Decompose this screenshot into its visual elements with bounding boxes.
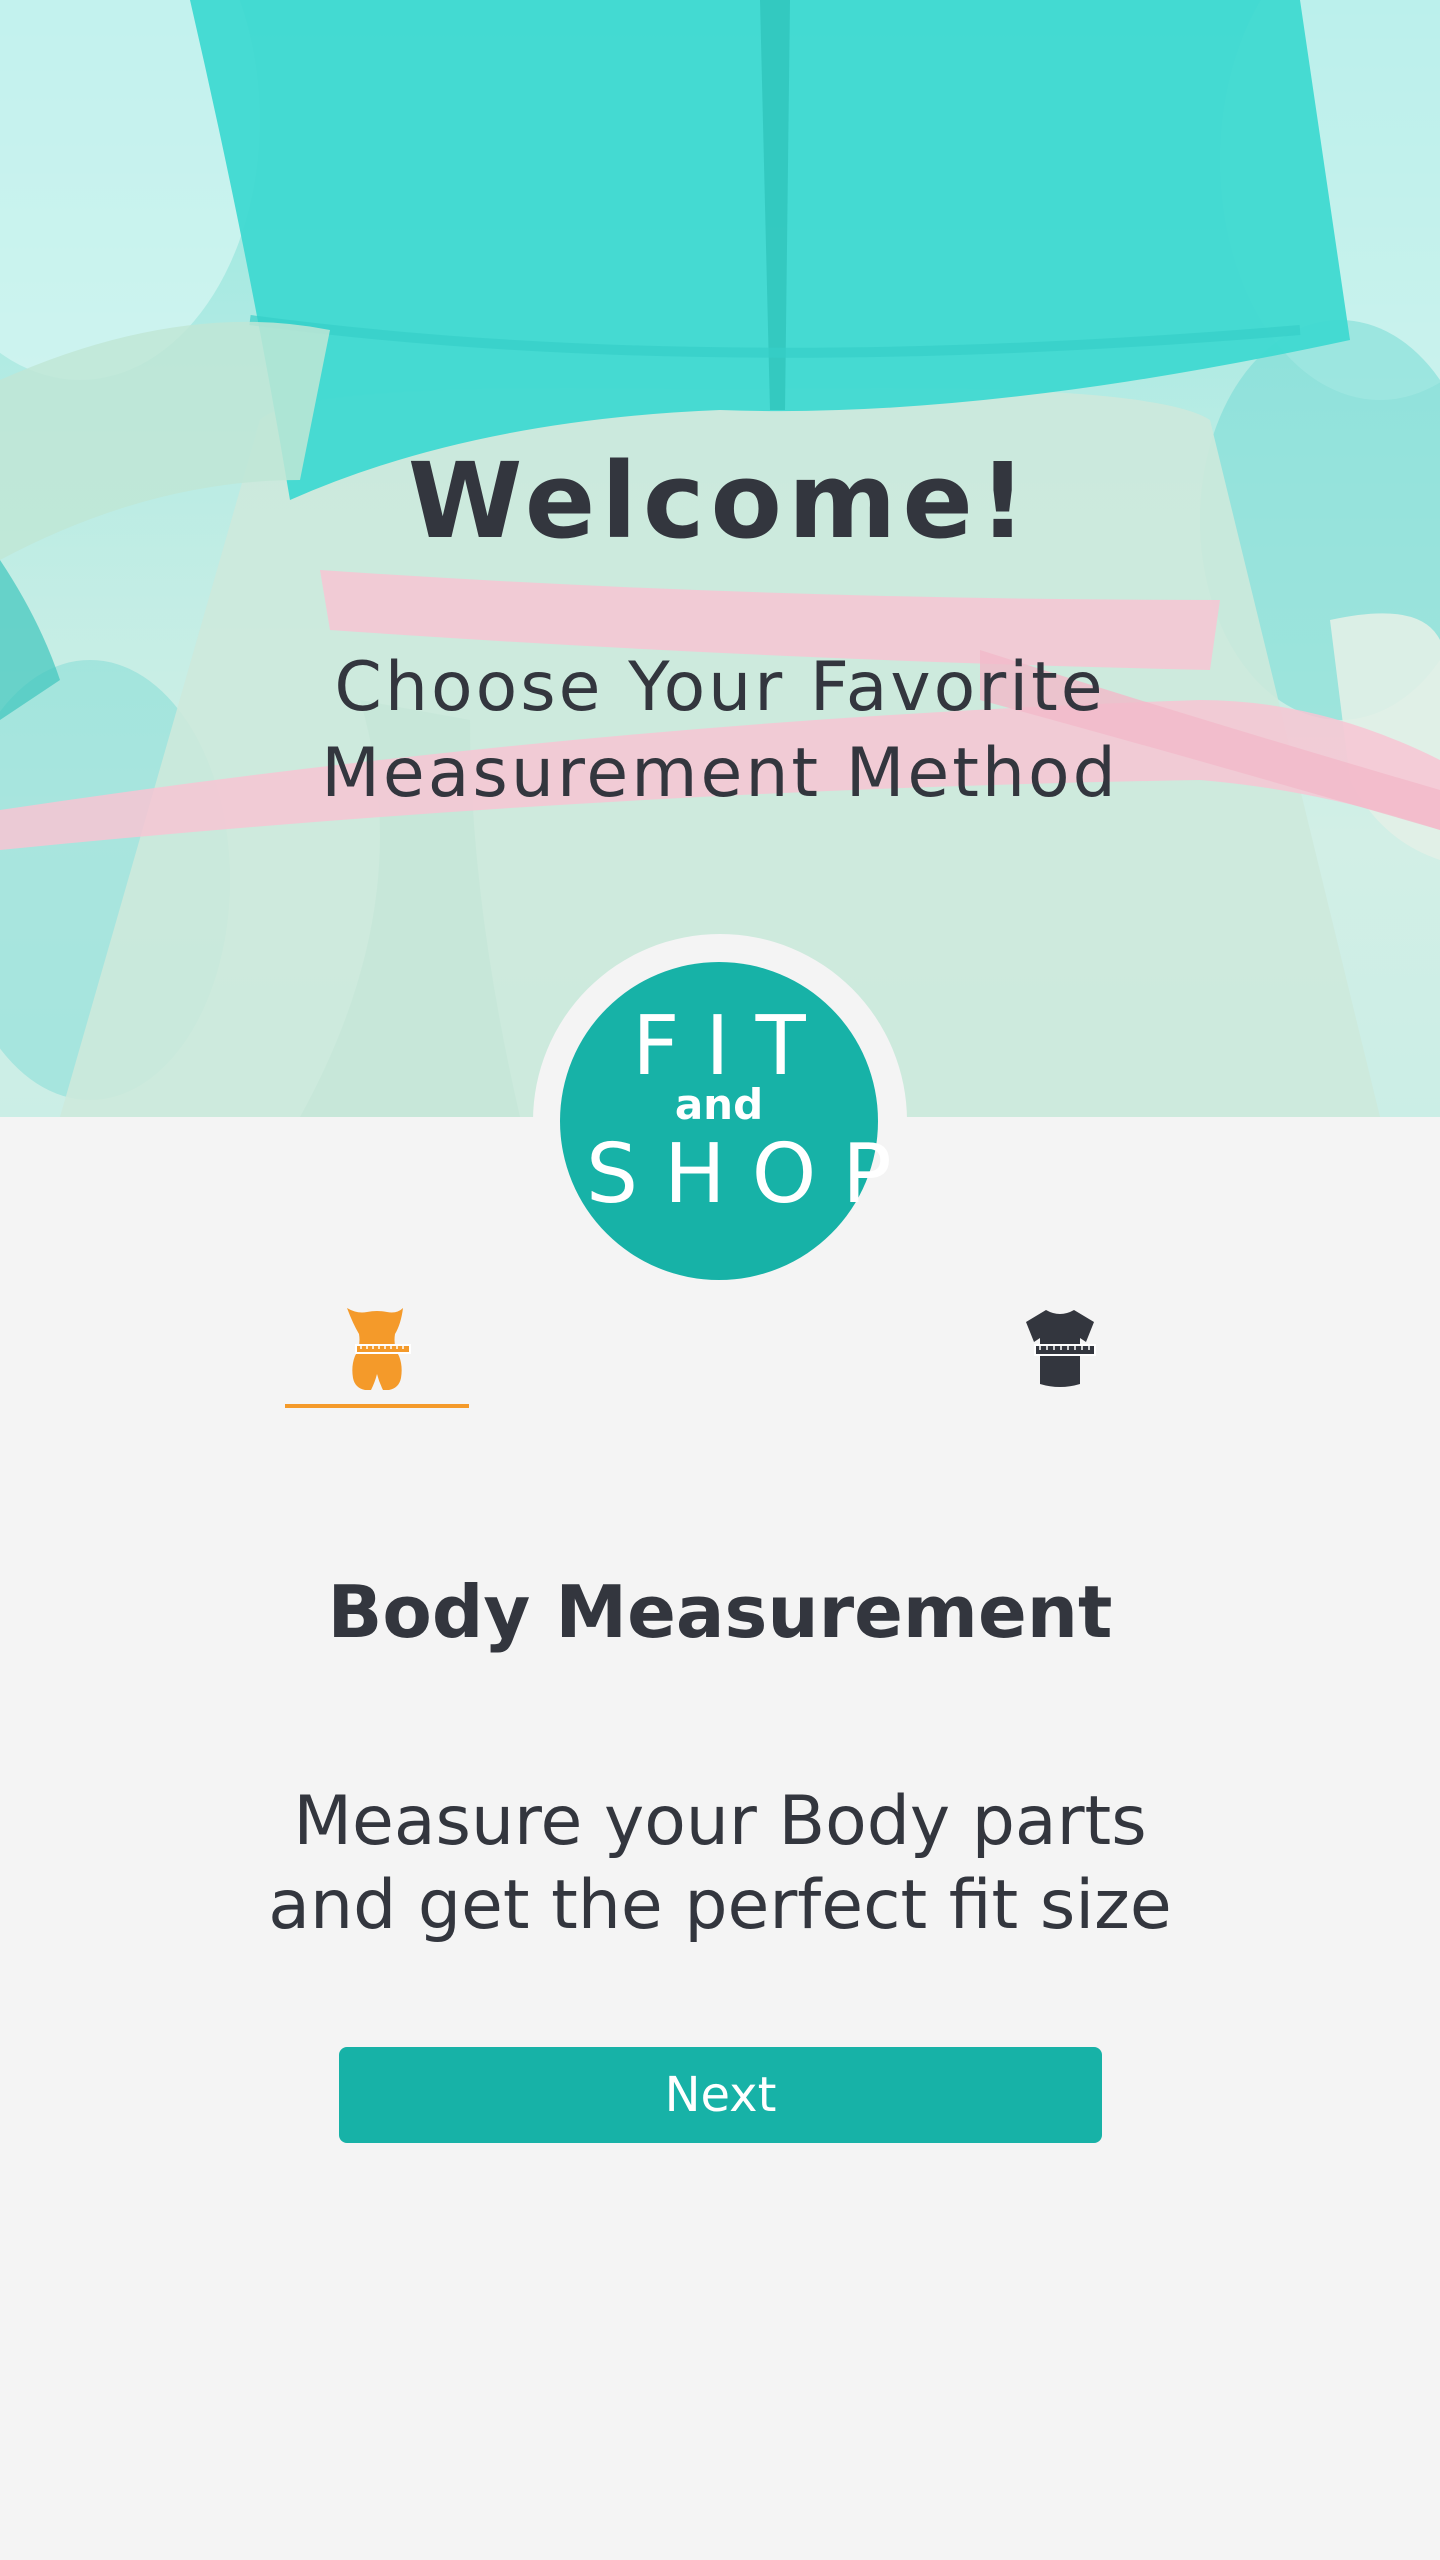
tshirt-measure-icon	[1026, 1310, 1096, 1387]
hero-subtitle: Choose Your Favorite Measurement Method	[0, 645, 1440, 817]
section-description: Measure your Body parts and get the perf…	[0, 1780, 1440, 1948]
screen: Welcome! Choose Your Favorite Measuremen…	[0, 0, 1440, 2560]
next-button[interactable]: Next	[339, 2047, 1102, 2143]
logo-text-shop: SHOP	[586, 1127, 918, 1222]
active-tab-indicator	[285, 1404, 469, 1408]
logo-text-and: and	[674, 1080, 764, 1129]
logo-text-fit: FIT	[632, 999, 832, 1094]
tab-body-measurement[interactable]	[285, 1290, 469, 1410]
welcome-title: Welcome!	[407, 440, 1033, 562]
hero-subtitle-line2: Measurement Method	[321, 734, 1119, 813]
section-title: Body Measurement	[327, 1570, 1113, 1654]
hero-subtitle-line1: Choose Your Favorite	[334, 648, 1106, 727]
section-description-line2: and get the perfect fit size	[268, 1866, 1172, 1945]
tab-clothes-measurement[interactable]	[968, 1290, 1152, 1410]
fit-and-shop-logo: FIT and SHOP	[560, 962, 918, 1280]
body-measure-icon	[347, 1308, 411, 1390]
section-description-line1: Measure your Body parts	[293, 1782, 1147, 1861]
